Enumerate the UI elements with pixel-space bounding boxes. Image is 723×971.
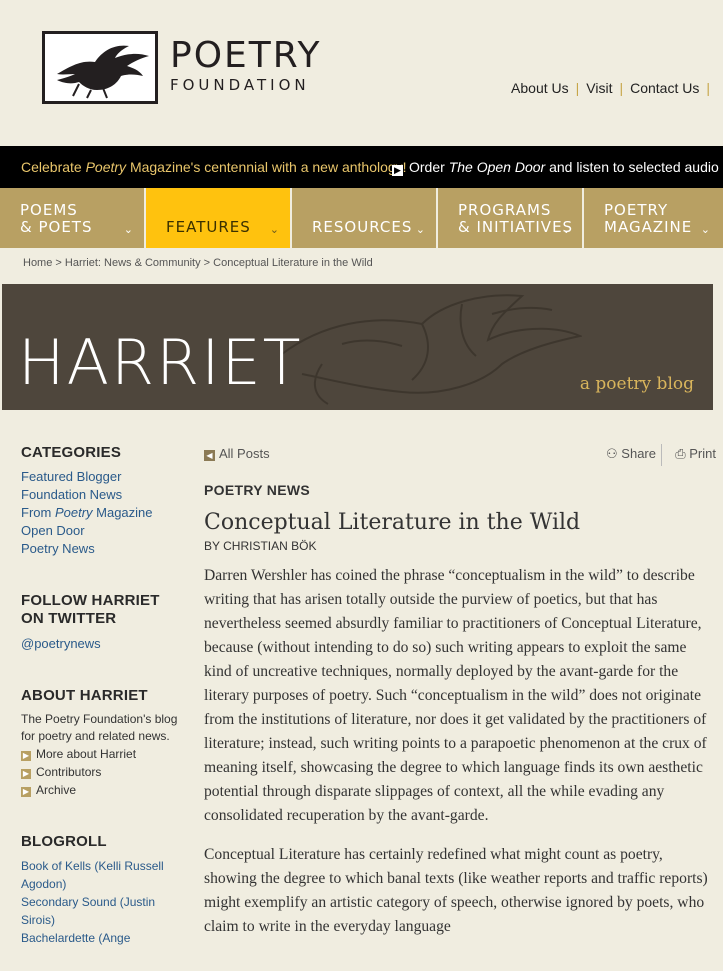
all-posts-link[interactable]: ◀ All Posts bbox=[204, 446, 270, 461]
post-paragraph: Conceptual Literature has certainly rede… bbox=[204, 846, 708, 935]
print-label: Print bbox=[689, 446, 716, 461]
chevron-down-icon: ⌄ bbox=[123, 223, 134, 236]
print-button[interactable]: ⎙ Print bbox=[675, 446, 716, 462]
separator: | bbox=[575, 80, 580, 96]
post-category: POETRY NEWS bbox=[204, 482, 310, 498]
logo-foundation-text: FOUNDATION bbox=[170, 76, 310, 94]
about-link-label: Archive bbox=[36, 783, 77, 797]
banner-text: Celebrate bbox=[21, 159, 86, 175]
category-foundation-news[interactable]: Foundation News bbox=[21, 486, 181, 504]
separator: | bbox=[619, 80, 624, 96]
categories-heading: CATEGORIES bbox=[21, 444, 122, 461]
more-about-harriet-link[interactable]: ▶ More about Harriet bbox=[21, 745, 181, 763]
category-featured-blogger[interactable]: Featured Blogger bbox=[21, 468, 181, 486]
contact-us-link[interactable]: Contact Us bbox=[630, 80, 699, 96]
follow-heading: FOLLOW HARRIET ON TWITTER bbox=[21, 592, 160, 627]
breadcrumb-separator: > bbox=[55, 257, 65, 269]
pegasus-icon bbox=[57, 45, 149, 99]
banner-text: Order bbox=[409, 159, 449, 175]
harriet-hero[interactable]: HARRIET a poetry blog bbox=[2, 284, 713, 410]
byline: BY CHRISTIAN BÖK bbox=[204, 539, 716, 553]
main-nav: POEMS & POETS ⌄ FEATURES ⌄ RESOURCES ⌄ P… bbox=[0, 188, 723, 248]
category-from-poetry-magazine[interactable]: From Poetry Magazine bbox=[21, 504, 181, 522]
nav-poetry-magazine[interactable]: POETRY MAGAZINE ⌄ bbox=[584, 188, 721, 248]
arrow-right-icon: ▶ bbox=[21, 787, 31, 797]
about-links: ▶ More about Harriet ▶ Contributors ▶ Archi… bbox=[21, 745, 181, 799]
poetry-foundation-logo[interactable] bbox=[42, 31, 158, 104]
arrow-right-icon: ▶ bbox=[21, 769, 31, 779]
site-header: POETRY FOUNDATION About Us | Visit | Con… bbox=[0, 0, 723, 146]
logo-poetry-text: POETRY bbox=[170, 35, 322, 76]
post-main: ◀ All Posts ⚇ Share ⎙ Print POETRY NEWS C… bbox=[204, 444, 716, 939]
arrow-left-icon: ◀ bbox=[204, 450, 215, 461]
twitter-list: @poetrynews bbox=[21, 635, 181, 653]
post-title: Conceptual Literature in the Wild bbox=[204, 510, 581, 535]
twitter-handle-link[interactable]: @poetrynews bbox=[21, 635, 181, 653]
blogroll-list: Book of Kells (Kelli Russell Agodon) Sec… bbox=[21, 857, 181, 947]
contributors-link[interactable]: ▶ Contributors bbox=[21, 763, 181, 781]
chevron-down-icon: ⌄ bbox=[700, 223, 711, 236]
share-button[interactable]: ⚇ Share bbox=[606, 446, 656, 462]
open-door-link[interactable]: ▶ Order The Open Door and listen to selec… bbox=[392, 159, 723, 176]
about-link-label: More about Harriet bbox=[36, 747, 137, 761]
banner-text: and listen to selected audio poems bbox=[549, 159, 723, 175]
toolbar-divider bbox=[661, 444, 662, 466]
separator: | bbox=[706, 80, 710, 96]
blogroll-heading: BLOGROLL bbox=[21, 833, 107, 850]
breadcrumb-home[interactable]: Home bbox=[23, 257, 52, 269]
arrow-right-icon: ▶ bbox=[21, 751, 31, 761]
hero-subtitle: a poetry blog bbox=[579, 374, 694, 394]
arrow-right-icon: ▶ bbox=[392, 165, 403, 176]
banner-text: Magazine's centennial with a new antholo… bbox=[126, 159, 407, 175]
pegasus-sketch-icon bbox=[281, 294, 582, 405]
chevron-down-icon: ⌄ bbox=[415, 223, 426, 236]
breadcrumb-separator: > bbox=[203, 257, 214, 269]
about-heading: ABOUT HARRIET bbox=[21, 687, 148, 704]
utility-links: About Us | Visit | Contact Us | bbox=[511, 80, 717, 96]
centennial-anthology-link[interactable]: Celebrate Poetry Magazine's centennial w… bbox=[21, 159, 407, 175]
share-icon: ⚇ bbox=[606, 446, 622, 461]
nav-label: POETRY MAGAZINE bbox=[604, 201, 693, 236]
banner-text: Poetry bbox=[85, 159, 127, 175]
all-posts-label: All Posts bbox=[219, 446, 270, 461]
nav-label: FEATURES bbox=[166, 218, 251, 236]
post-paragraph: Darren Wershler has coined the phrase “c… bbox=[204, 567, 707, 824]
breadcrumb-harriet[interactable]: Harriet: News & Community bbox=[65, 257, 201, 269]
about-text: The Poetry Foundation's blog for poetry … bbox=[21, 712, 178, 743]
blogroll-item[interactable]: Secondary Sound (Justin Sirois) bbox=[21, 893, 181, 929]
nav-label: PROGRAMS & INITIATIVES bbox=[458, 201, 574, 236]
nav-programs-initiatives[interactable]: PROGRAMS & INITIATIVES ⌄ bbox=[438, 188, 584, 248]
blogroll-item[interactable]: Book of Kells (Kelli Russell Agodon) bbox=[21, 857, 181, 893]
about-link-label: Contributors bbox=[36, 765, 102, 779]
category-label: From Poetry Magazine bbox=[21, 505, 153, 520]
visit-link[interactable]: Visit bbox=[586, 80, 612, 96]
category-poetry-news[interactable]: Poetry News bbox=[21, 540, 181, 558]
banner-text: The Open Door bbox=[448, 159, 546, 175]
nav-label: RESOURCES bbox=[312, 218, 413, 236]
post-toolbar: ◀ All Posts ⚇ Share ⎙ Print bbox=[204, 444, 716, 466]
print-icon: ⎙ bbox=[675, 446, 690, 461]
breadcrumb-current: Conceptual Literature in the Wild bbox=[213, 257, 373, 269]
promo-banner: Celebrate Poetry Magazine's centennial w… bbox=[0, 146, 723, 188]
share-label: Share bbox=[621, 446, 656, 461]
nav-poems-poets[interactable]: POEMS & POETS ⌄ bbox=[0, 188, 146, 248]
nav-features[interactable]: FEATURES ⌄ bbox=[146, 188, 292, 248]
category-open-door[interactable]: Open Door bbox=[21, 522, 181, 540]
hero-title: HARRIET bbox=[18, 326, 303, 399]
archive-link[interactable]: ▶ Archive bbox=[21, 781, 181, 799]
byline-prefix: BY bbox=[204, 539, 224, 553]
chevron-down-icon: ⌄ bbox=[561, 223, 572, 236]
nav-resources[interactable]: RESOURCES ⌄ bbox=[292, 188, 438, 248]
sidebar: CATEGORIES Featured Blogger Foundation N… bbox=[21, 444, 181, 947]
logo-wordmark: POETRY FOUNDATION bbox=[170, 35, 322, 95]
chevron-down-icon: ⌄ bbox=[269, 223, 280, 236]
breadcrumb: Home > Harriet: News & Community > Conce… bbox=[23, 257, 373, 269]
author-link[interactable]: CHRISTIAN BÖK bbox=[223, 539, 316, 553]
blogroll-item[interactable]: Bachelardette (Ange bbox=[21, 929, 181, 947]
categories-list: Featured Blogger Foundation News From Po… bbox=[21, 468, 181, 558]
about-us-link[interactable]: About Us bbox=[511, 80, 569, 96]
nav-label: POEMS & POETS bbox=[20, 201, 93, 236]
